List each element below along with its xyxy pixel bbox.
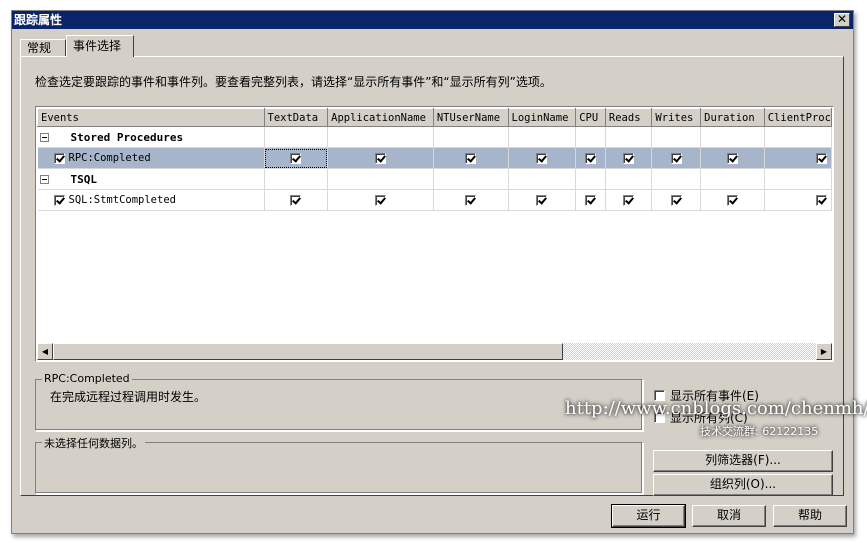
column-header-events[interactable]: Events <box>37 108 265 127</box>
title-bar: 跟踪属性 ✕ <box>12 11 853 29</box>
cell-checkbox-reads[interactable] <box>623 152 635 164</box>
column-header-cpu[interactable]: CPU <box>575 108 606 127</box>
column-header-ntusername[interactable]: NTUserName <box>432 108 509 127</box>
instruction-text: 检查选定要跟踪的事件和事件列。要查看完整列表，请选择“显示所有事件”和“显示所有… <box>35 75 552 89</box>
category-row-tsql: TSQL <box>37 168 832 190</box>
column-header-textdata[interactable]: TextData <box>263 108 329 127</box>
events-selection-panel: 检查选定要跟踪的事件和事件列。要查看完整列表，请选择“显示所有事件”和“显示所有… <box>20 56 844 496</box>
column-description-group: 未选择任何数据列。 <box>35 435 643 494</box>
column-description-title: 未选择任何数据列。 <box>42 435 145 451</box>
collapse-icon[interactable] <box>39 175 49 184</box>
cell-checkbox-ntusername[interactable] <box>465 152 477 164</box>
column-header-applicationname[interactable]: ApplicationName <box>327 108 434 127</box>
cell-checkbox-applicationname[interactable] <box>374 194 386 206</box>
scroll-thumb[interactable] <box>53 343 563 360</box>
cell-checkbox-cpu[interactable] <box>585 194 597 206</box>
tab-general[interactable]: 常规 <box>20 39 66 57</box>
event-label: SQL:StmtCompleted <box>68 194 176 206</box>
show-all-events-label: 显示所有事件(E) <box>670 389 759 403</box>
scroll-right-button[interactable]: ▶ <box>816 343 832 360</box>
collapse-icon[interactable] <box>39 133 49 142</box>
event-checkbox[interactable] <box>53 194 65 206</box>
run-button[interactable]: 运行 <box>611 504 686 528</box>
event-row-sql-stmtcompleted[interactable]: SQL:StmtCompleted <box>37 189 832 211</box>
show-all-columns-option[interactable]: 显示所有列(C) <box>654 409 748 426</box>
event-description-text: 在完成远程过程调用时发生。 <box>50 390 207 404</box>
cell-checkbox-writes[interactable] <box>670 152 682 164</box>
cancel-button[interactable]: 取消 <box>692 505 766 527</box>
cell-checkbox-textdata[interactable] <box>290 152 302 164</box>
category-label: Stored Procedures <box>70 130 184 144</box>
event-description-title: RPC:Completed <box>42 372 132 385</box>
cell-checkbox-clientproc[interactable] <box>816 194 827 206</box>
scroll-left-button[interactable]: ◀ <box>37 343 53 360</box>
cell-checkbox-textdata[interactable] <box>290 194 302 206</box>
show-all-events-checkbox[interactable] <box>654 390 665 401</box>
tab-events-selection[interactable]: 事件选择 <box>66 35 134 57</box>
column-header-writes[interactable]: Writes <box>651 108 702 127</box>
column-header-duration[interactable]: Duration <box>700 108 765 127</box>
show-all-columns-label: 显示所有列(C) <box>670 411 748 425</box>
cell-checkbox-duration[interactable] <box>726 152 738 164</box>
horizontal-scrollbar[interactable]: ◀ ▶ <box>37 343 832 360</box>
cell-checkbox-writes[interactable] <box>670 194 682 206</box>
column-filters-button[interactable]: 列筛选器(F)... <box>653 450 833 472</box>
event-checkbox[interactable] <box>53 152 65 164</box>
category-row-stored-procedures: Stored Procedures <box>37 126 832 148</box>
cell-checkbox-loginname[interactable] <box>536 194 548 206</box>
cell-checkbox-ntusername[interactable] <box>465 194 477 206</box>
close-button[interactable]: ✕ <box>834 13 850 27</box>
cell-checkbox-applicationname[interactable] <box>374 152 386 164</box>
category-label: TSQL <box>70 172 98 186</box>
help-button[interactable]: 帮助 <box>773 505 847 527</box>
cell-checkbox-duration[interactable] <box>726 194 738 206</box>
window-title: 跟踪属性 <box>14 13 63 27</box>
show-all-events-option[interactable]: 显示所有事件(E) <box>654 387 759 404</box>
organize-columns-button[interactable]: 组织列(O)... <box>653 474 833 496</box>
events-table: Events TextData ApplicationName NTUserNa… <box>37 108 832 211</box>
cell-checkbox-clientproc[interactable] <box>816 152 827 164</box>
header-row: Events TextData ApplicationName NTUserNa… <box>37 108 832 127</box>
event-label: RPC:Completed <box>68 152 151 164</box>
event-row-rpc-completed[interactable]: RPC:Completed <box>37 147 832 169</box>
event-description-group: RPC:Completed 在完成远程过程调用时发生。 <box>35 372 643 431</box>
cell-checkbox-loginname[interactable] <box>536 152 548 164</box>
arrow-left-icon: ◀ <box>41 347 49 356</box>
show-all-columns-checkbox[interactable] <box>654 412 665 423</box>
close-icon: ✕ <box>836 12 848 26</box>
trace-properties-dialog: 跟踪属性 ✕ 常规 事件选择 检查选定要跟踪的事件和事件列。要查看完整列表，请选… <box>11 10 854 534</box>
cell-checkbox-reads[interactable] <box>623 194 635 206</box>
column-header-loginname[interactable]: LoginName <box>507 108 577 127</box>
events-grid: Events TextData ApplicationName NTUserNa… <box>35 106 834 362</box>
arrow-right-icon: ▶ <box>820 347 828 356</box>
column-header-clientproc[interactable]: ClientProc <box>763 108 832 127</box>
column-header-reads[interactable]: Reads <box>604 108 653 127</box>
cell-checkbox-cpu[interactable] <box>585 152 597 164</box>
